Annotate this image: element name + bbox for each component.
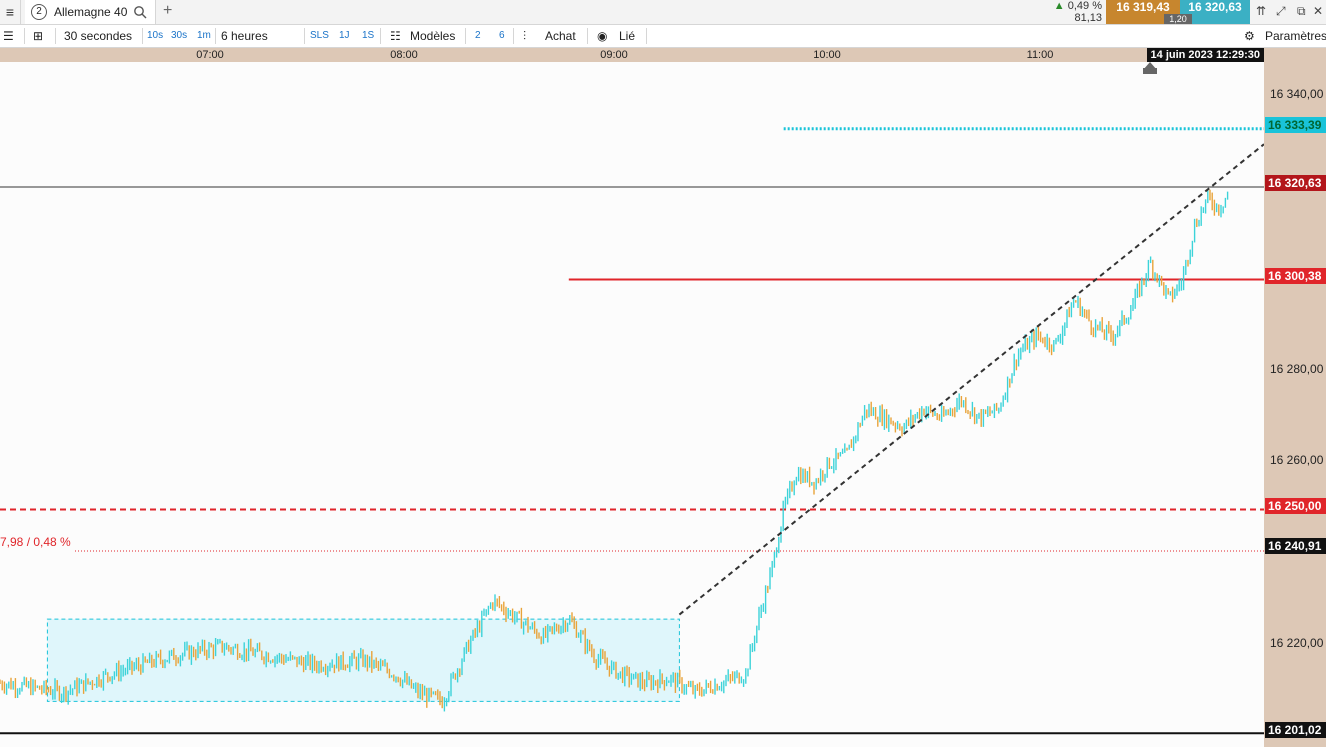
interval-1m[interactable]: 1m: [197, 25, 211, 47]
sliders-icon: ☷: [390, 29, 401, 43]
chart-canvas[interactable]: [0, 62, 1265, 747]
time-tick: 08:00: [390, 49, 418, 61]
layout-grid-icon[interactable]: ⊞: [33, 25, 43, 47]
trendline: [678, 143, 1265, 616]
tab-allemagne-40[interactable]: 2 Allemagne 40: [25, 0, 156, 24]
up-arrow-icon: ▲: [1053, 0, 1065, 12]
price-chart[interactable]: [0, 62, 1265, 747]
expand-icon[interactable]: ⤢: [1276, 4, 1286, 19]
up-arrows-icon[interactable]: ⇈: [1256, 4, 1266, 18]
period-select[interactable]: 6 heures: [221, 25, 268, 47]
time-tick: 09:00: [600, 49, 628, 61]
change-points: 81,13: [1074, 12, 1102, 24]
gear-icon[interactable]: ⚙: [1244, 25, 1255, 47]
list-icon[interactable]: ☰: [3, 25, 14, 47]
settings-button[interactable]: Paramètres: [1265, 25, 1326, 47]
resistance-price-tag: 16 300,38: [1265, 268, 1326, 284]
chart-count-6[interactable]: 6: [499, 25, 505, 47]
menu-icon[interactable]: ≡: [0, 0, 21, 24]
linked-button[interactable]: Lié: [619, 25, 635, 47]
tab-label: Allemagne 40: [54, 5, 128, 19]
eye-icon: ◉: [597, 29, 608, 43]
time-axis: 07:00 08:00 09:00 10:00 11:00 14 juin 20…: [0, 48, 1264, 62]
buy-icon: ⫶: [523, 29, 527, 43]
low-price-tag: 16 201,02: [1265, 722, 1326, 738]
time-tick: 10:00: [813, 49, 841, 61]
change-percent: 0,49 %: [1067, 0, 1102, 12]
variation-label: 7,98 / 0,48 %: [0, 535, 71, 549]
cursor-time-label: 14 juin 2023 12:29:30: [1146, 48, 1264, 62]
support-price-tag: 16 250,00: [1265, 498, 1326, 514]
close-icon[interactable]: ✕: [1313, 4, 1323, 18]
price-tick: 16 280,00: [1270, 362, 1324, 376]
high-price-tag: 16 333,39: [1265, 117, 1326, 133]
interval-select[interactable]: 30 secondes: [64, 25, 132, 47]
last-price-tag: 16 320,63: [1265, 175, 1326, 191]
interval-10s[interactable]: 10s: [147, 25, 163, 47]
search-icon[interactable]: [133, 5, 147, 19]
add-tab-button[interactable]: +: [163, 2, 172, 20]
period-1s[interactable]: 1S: [362, 25, 374, 47]
popout-icon[interactable]: ⧉: [1297, 4, 1306, 19]
period-sls[interactable]: SLS: [310, 25, 329, 47]
price-tick: 16 260,00: [1270, 453, 1324, 467]
interval-30s[interactable]: 30s: [171, 25, 187, 47]
reference-price-tag: 16 240,91: [1265, 538, 1326, 554]
period-1j[interactable]: 1J: [339, 25, 350, 47]
chart-count-2[interactable]: 2: [475, 25, 481, 47]
buy-button[interactable]: Achat: [545, 25, 576, 47]
models-button[interactable]: Modèles: [410, 25, 455, 47]
price-tick: 16 220,00: [1270, 636, 1324, 650]
tab-number: 2: [31, 4, 47, 20]
cursor-marker-base: [1143, 68, 1157, 74]
time-tick: 11:00: [1026, 49, 1054, 61]
tab-bar: ≡ 2 Allemagne 40 + ▲ 0,49 % 81,13 16 319…: [0, 0, 1326, 25]
spread-badge: 1,20: [1164, 14, 1192, 24]
price-tick: 16 340,00: [1270, 87, 1324, 101]
daily-change: ▲ 0,49 % 81,13: [1050, 0, 1102, 24]
chart-toolbar: ☰ ⊞ 30 secondes 10s 30s 1m 6 heures SLS …: [0, 25, 1326, 48]
time-tick: 07:00: [196, 49, 224, 61]
